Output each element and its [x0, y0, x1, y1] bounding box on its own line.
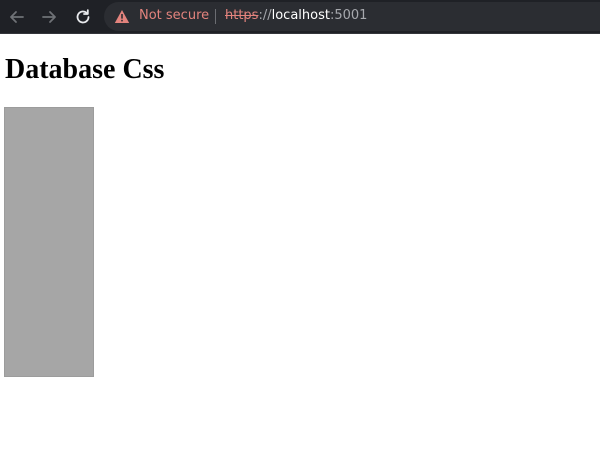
address-divider	[215, 9, 216, 24]
page-title: Database Css	[5, 54, 165, 85]
url-port: :5001	[329, 8, 368, 23]
warning-triangle-icon[interactable]	[114, 9, 130, 24]
url-host: localhost	[271, 8, 330, 23]
security-status-label[interactable]: Not secure	[139, 8, 209, 23]
browser-toolbar: Not secure https://localhost:5001	[0, 0, 600, 34]
url-separator: ://	[258, 8, 272, 23]
reload-button[interactable]	[70, 4, 96, 30]
forward-button[interactable]	[36, 4, 62, 30]
url-scheme: https	[225, 8, 259, 23]
url-text[interactable]: https://localhost:5001	[225, 8, 367, 23]
address-bar[interactable]: Not secure https://localhost:5001	[104, 2, 600, 31]
arrow-left-icon	[10, 11, 24, 23]
gray-box	[4, 107, 94, 377]
reload-icon	[76, 9, 90, 24]
back-button[interactable]	[4, 4, 30, 30]
arrow-right-icon	[42, 11, 56, 23]
